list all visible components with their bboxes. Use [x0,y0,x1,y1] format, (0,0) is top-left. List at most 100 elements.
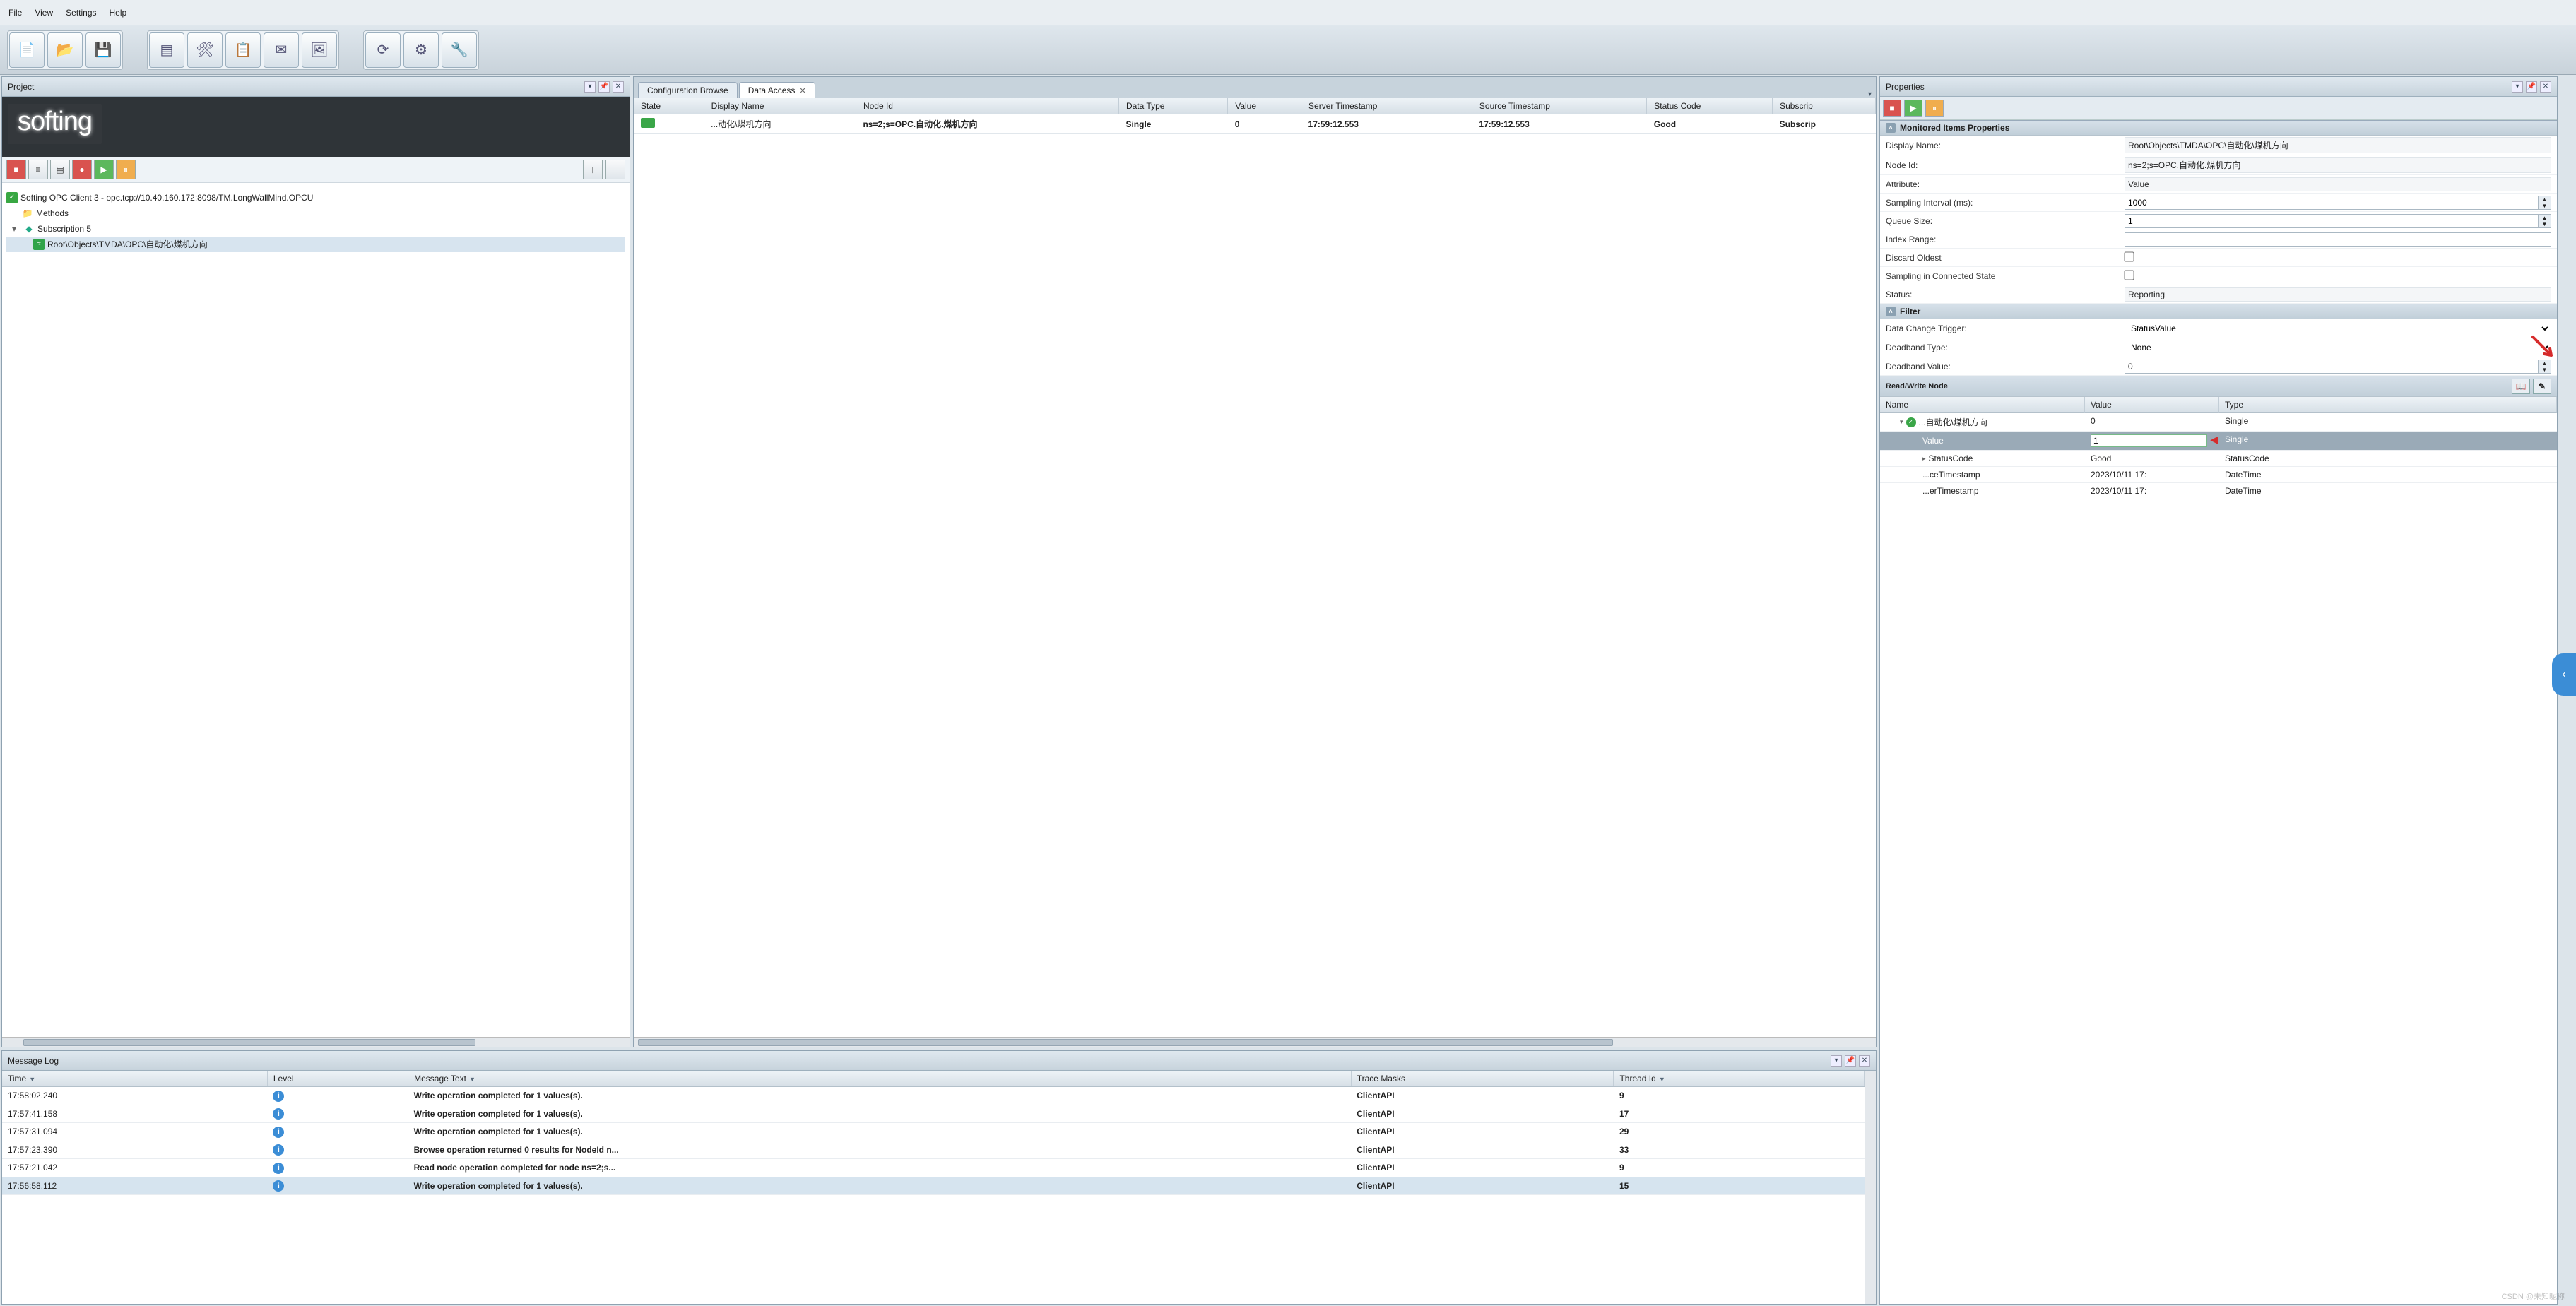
page-button[interactable]: ▤ [149,32,184,68]
gear-button[interactable]: ⚙ [403,32,439,68]
rwn-write-button[interactable]: ✎ [2533,379,2551,394]
props-pause-button[interactable]: ⏸ [1925,100,1944,117]
project-pin-icon[interactable]: 📌 [598,81,610,93]
col-subscrip[interactable]: Subscrip [1773,98,1876,114]
log-row[interactable]: 17:57:31.094iWrite operation completed f… [2,1123,1865,1141]
log-col-time[interactable]: Time▼ [2,1071,267,1087]
tree-grid-button[interactable]: ▤ [50,160,70,179]
log-col-trace[interactable]: Trace Masks [1351,1071,1614,1087]
refresh-button[interactable]: ⟳ [365,32,401,68]
tree-remove-button[interactable]: － [605,160,625,179]
col-nodeid[interactable]: Node Id [856,98,1118,114]
filter-icon[interactable]: ▼ [1659,1076,1665,1083]
select-data-change-trigger[interactable]: StatusValue [2125,321,2551,336]
collapse-icon[interactable]: ˄ [1886,123,1896,133]
image-button[interactable]: 🖼 [302,32,337,68]
input-rwn-value[interactable] [2091,434,2207,447]
new-file-button[interactable]: 📄 [9,32,45,68]
log-col-thread[interactable]: Thread Id▼ [1614,1071,1865,1087]
log-col-level[interactable]: Level [267,1071,408,1087]
section-monitored[interactable]: ˄ Monitored Items Properties [1880,120,2557,136]
log-row[interactable]: 17:57:23.390iBrowse operation returned 0… [2,1141,1865,1159]
props-pin-icon[interactable]: 📌 [2526,81,2537,93]
props-dropdown-icon[interactable]: ▾ [2512,81,2523,93]
rwn-col-type[interactable]: Type [2219,397,2557,413]
log-row[interactable]: 17:58:02.240iWrite operation completed f… [2,1087,1865,1105]
tree-pause-button[interactable]: ⏸ [116,160,136,179]
rwn-read-button[interactable]: 📖 [2512,379,2530,394]
check-discard-oldest[interactable] [2124,251,2134,261]
log-vscroll[interactable] [1865,1071,1876,1304]
section-filter[interactable]: ˄ Filter [1880,304,2557,319]
tab-close-icon[interactable]: ✕ [799,86,805,95]
menu-view[interactable]: View [35,8,53,18]
expander-icon[interactable]: ▾ [12,221,20,237]
col-serverts[interactable]: Server Timestamp [1301,98,1472,114]
rwn-col-value[interactable]: Value [2085,397,2219,413]
col-statuscode[interactable]: Status Code [1647,98,1773,114]
tree-subscription-node[interactable]: ▾ ◆ Subscription 5 [6,221,625,237]
col-sourcets[interactable]: Source Timestamp [1472,98,1646,114]
menu-file[interactable]: File [8,8,22,18]
filter-icon[interactable]: ▼ [29,1076,35,1083]
rwn-row[interactable]: ...erTimestamp 2023/10/11 17: DateTime [1880,483,2557,499]
tab-data-access[interactable]: Data Access ✕ [739,82,815,98]
filter-icon[interactable]: ▼ [469,1076,475,1083]
col-value[interactable]: Value [1228,98,1301,114]
spin-buttons[interactable]: ▲▼ [2539,214,2551,228]
side-helper-button[interactable]: ‹ [2552,653,2576,696]
expander-icon[interactable]: ▸ [1922,455,1926,463]
input-sampling-interval[interactable] [2125,196,2539,210]
log-pin-icon[interactable]: 📌 [1845,1055,1856,1067]
input-index-range[interactable] [2125,232,2551,247]
tab-config-browse[interactable]: Configuration Browse [638,82,738,98]
center-hscroll[interactable] [634,1037,1876,1047]
tree-play-button[interactable]: ▶ [94,160,114,179]
props-play-button[interactable]: ▶ [1904,100,1922,117]
project-dropdown-icon[interactable]: ▾ [584,81,596,93]
menu-settings[interactable]: Settings [66,8,96,18]
props-close-icon[interactable]: ✕ [2540,81,2551,93]
tree-methods-node[interactable]: 📁 Methods [6,206,625,221]
tools-button[interactable]: 🛠 [187,32,223,68]
input-deadband-value[interactable] [2125,360,2539,374]
rwn-row[interactable]: ▸StatusCode Good StatusCode [1880,451,2557,467]
tree-stop-button[interactable]: ■ [6,160,26,179]
tree-record-button[interactable]: ● [72,160,92,179]
tree-item-node[interactable]: ≈ Root\Objects\TMDA\OPC\自动化\煤机方向 [6,237,625,252]
log-row[interactable]: 17:56:58.112iWrite operation completed f… [2,1177,1865,1195]
mail-button[interactable]: ✉ [264,32,299,68]
tabs-dropdown-icon[interactable]: ▾ [1868,90,1872,98]
project-hscroll[interactable] [2,1037,630,1047]
log-col-message[interactable]: Message Text▼ [408,1071,1352,1087]
spin-buttons[interactable]: ▲▼ [2539,360,2551,374]
project-close-icon[interactable]: ✕ [613,81,624,93]
clipboard-button[interactable]: 📋 [225,32,261,68]
wrench-button[interactable]: 🔧 [442,32,477,68]
rwn-row-value[interactable]: Value ◀ Single [1880,432,2557,451]
col-state[interactable]: State [634,98,704,114]
rwn-row[interactable]: ▾✓...自动化\煤机方向 0 Single [1880,413,2557,432]
menu-help[interactable]: Help [110,8,127,18]
open-file-button[interactable]: 📂 [47,32,83,68]
data-row[interactable]: ...动化\煤机方向 ns=2;s=OPC.自动化.煤机方向 Single 0 … [634,114,1876,134]
spin-buttons[interactable]: ▲▼ [2539,196,2551,210]
log-row[interactable]: 17:57:21.042iRead node operation complet… [2,1159,1865,1177]
log-dropdown-icon[interactable]: ▾ [1831,1055,1842,1067]
tree-add-button[interactable]: ＋ [583,160,603,179]
collapse-icon[interactable]: ˄ [1886,307,1896,316]
input-queue-size[interactable] [2125,214,2539,228]
props-stop-button[interactable]: ■ [1883,100,1901,117]
select-deadband-type[interactable]: None [2125,340,2551,355]
col-displayname[interactable]: Display Name [704,98,856,114]
rwn-col-name[interactable]: Name [1880,397,2085,413]
log-row[interactable]: 17:57:41.158iWrite operation completed f… [2,1105,1865,1123]
col-datatype[interactable]: Data Type [1118,98,1227,114]
rwn-row[interactable]: ...ceTimestamp 2023/10/11 17: DateTime [1880,467,2557,483]
check-sampling-connected[interactable] [2124,270,2134,280]
log-close-icon[interactable]: ✕ [1859,1055,1870,1067]
tree-list-button[interactable]: ≡ [28,160,48,179]
save-file-button[interactable]: 💾 [85,32,121,68]
tree-root-node[interactable]: ✓ Softing OPC Client 3 - opc.tcp://10.40… [6,190,625,206]
expander-icon[interactable]: ▾ [1900,418,1903,426]
